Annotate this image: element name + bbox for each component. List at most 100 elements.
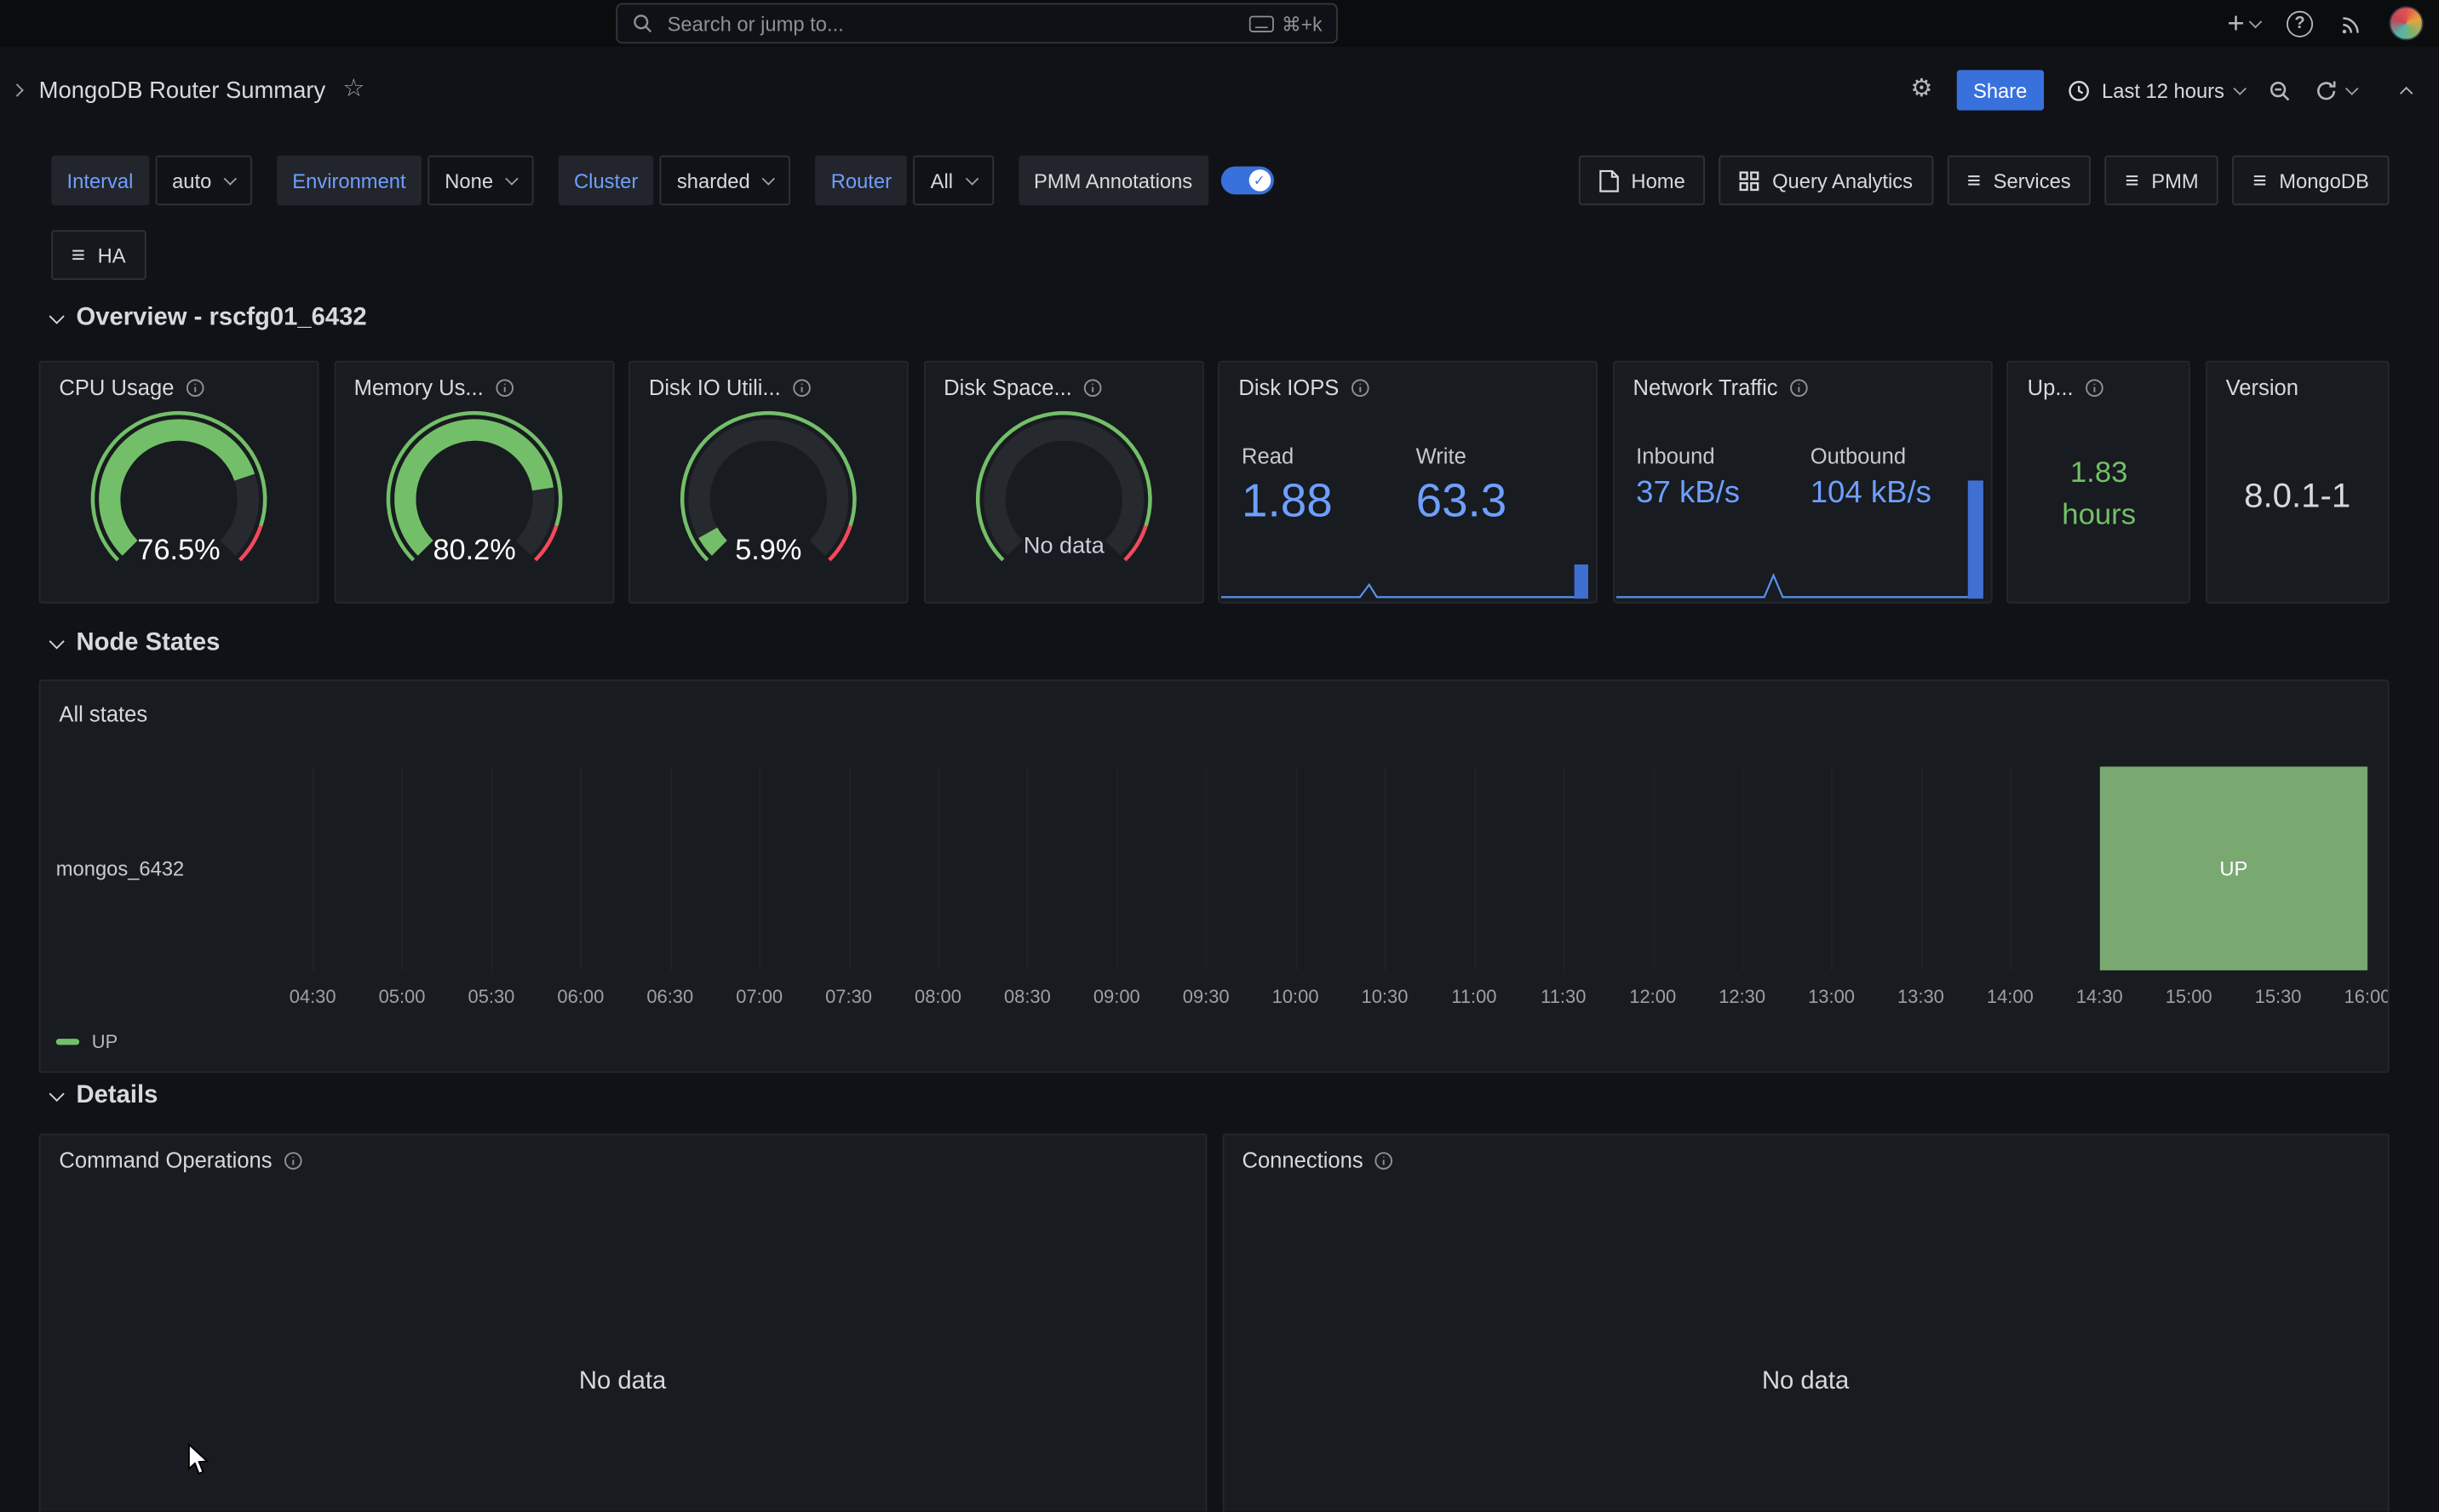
state-up-block[interactable]: UP [2100, 766, 2367, 970]
svg-text:5.9%: 5.9% [735, 534, 801, 566]
chevron-up-icon[interactable] [2400, 86, 2413, 99]
home-button[interactable]: Home [1578, 156, 1705, 205]
time-range-picker[interactable]: Last 12 hours [2068, 78, 2245, 101]
filter-router-value: All [931, 169, 953, 192]
grid-line [1742, 766, 1744, 970]
panel-title[interactable]: Network Traffic [1633, 375, 1778, 399]
info-icon[interactable] [1374, 1150, 1394, 1171]
help-icon[interactable]: ? [2287, 10, 2313, 37]
panel-title[interactable]: Version [2226, 375, 2298, 399]
panel-title[interactable]: Memory Us... [354, 375, 484, 399]
axis-tick-label: 15:00 [2149, 986, 2227, 1008]
search-shortcut: ⌘+k [1249, 12, 1323, 35]
filter-cluster-select[interactable]: sharded [660, 156, 790, 205]
filter-cluster: Cluster sharded [559, 156, 790, 205]
menu-icon: ≡ [2126, 169, 2139, 192]
legend-swatch-up [56, 1039, 79, 1045]
axis-tick-label: 14:30 [2061, 986, 2138, 1008]
section-details[interactable]: Details [51, 1082, 158, 1110]
axis-tick-label: 04:30 [273, 986, 351, 1008]
axis-tick-label: 06:00 [542, 986, 619, 1008]
menu-icon: ≡ [72, 243, 85, 266]
mongodb-button[interactable]: ≡ MongoDB [2233, 156, 2390, 205]
breadcrumb-chevron-icon[interactable] [10, 83, 23, 96]
panel-title[interactable]: Up... [2028, 375, 2074, 399]
panel-title[interactable]: CPU Usage [59, 375, 174, 399]
add-menu-button[interactable]: + [2227, 9, 2260, 38]
query-analytics-button[interactable]: Query Analytics [1719, 156, 1933, 205]
home-button-label: Home [1631, 169, 1684, 192]
svg-text:No data: No data [1023, 532, 1105, 558]
panel-title[interactable]: Disk IO Utili... [649, 375, 781, 399]
panel-title[interactable]: Connections [1242, 1148, 1363, 1172]
axis-tick-label: 12:00 [1614, 986, 1691, 1008]
section-overview[interactable]: Overview - rscfg01_6432 [51, 305, 366, 333]
pmm-button[interactable]: ≡ PMM [2105, 156, 2219, 205]
search-input[interactable] [664, 10, 1238, 37]
filter-interval-select[interactable]: auto [155, 156, 252, 205]
panel-connections: Connections No data [1222, 1134, 2390, 1512]
filter-environment-value: None [445, 169, 493, 192]
stat-write: Write 63.3 [1416, 444, 1591, 529]
toolbar: MongoDB Router Summary ☆ ⚙ Share Last 12… [0, 47, 2439, 134]
panel-title[interactable]: Disk IOPS [1238, 375, 1339, 399]
timeline-legend[interactable]: UP [56, 1031, 118, 1053]
avatar[interactable] [2390, 6, 2424, 40]
panel-disk-iops: Disk IOPS Read 1.88 Write 63.3 [1219, 361, 1598, 604]
axis-tick-label: 16:00 [2328, 986, 2389, 1008]
rss-icon[interactable] [2339, 12, 2362, 35]
stat-value: 1.88 [1242, 476, 1416, 529]
details-panels-row: Command Operations No data Connections N… [39, 1134, 2390, 1512]
info-icon[interactable] [283, 1150, 303, 1171]
svg-text:80.2%: 80.2% [433, 534, 515, 566]
search-box[interactable]: ⌘+k [616, 3, 1338, 43]
pmm-annotations-toggle[interactable]: ✓ [1220, 166, 1273, 194]
stat-label: Inbound [1636, 444, 1811, 468]
share-button[interactable]: Share [1956, 70, 2045, 110]
zoom-out-icon[interactable] [2268, 78, 2291, 101]
keyboard-icon [1249, 14, 1274, 32]
panel-title[interactable]: All states [59, 702, 147, 726]
refresh-button[interactable] [2315, 78, 2356, 101]
axis-tick-label: 11:00 [1435, 986, 1512, 1008]
info-icon[interactable] [1788, 377, 1809, 398]
chevron-down-icon[interactable] [2345, 81, 2358, 94]
filter-router-select[interactable]: All [914, 156, 994, 205]
panel-disk-space: Disk Space... No data [923, 361, 1203, 604]
search-icon [632, 13, 654, 35]
grid-line [1474, 766, 1476, 970]
memory-usage-gauge: 80.2% [336, 403, 612, 595]
info-icon[interactable] [792, 377, 812, 398]
axis-tick-label: 09:30 [1168, 986, 1245, 1008]
stat-label: Outbound [1811, 444, 1985, 468]
section-node-states[interactable]: Node States [51, 630, 220, 658]
gear-icon[interactable]: ⚙ [1910, 77, 1932, 102]
services-button[interactable]: ≡ Services [1947, 156, 2091, 205]
axis-tick-label: 12:30 [1703, 986, 1781, 1008]
filter-interval-label: Interval [51, 156, 148, 205]
grid-line [760, 766, 761, 970]
page-title[interactable]: MongoDB Router Summary [39, 77, 326, 103]
panel-title[interactable]: Disk Space... [944, 375, 1072, 399]
info-icon[interactable] [1350, 377, 1370, 398]
filter-router-label: Router [815, 156, 907, 205]
grid-line [670, 766, 672, 970]
favorite-star-icon[interactable]: ☆ [342, 77, 364, 102]
info-icon[interactable] [494, 377, 514, 398]
collapse-chevron-icon [49, 1086, 65, 1102]
chevron-down-icon [762, 171, 775, 184]
info-icon[interactable] [2084, 377, 2104, 398]
axis-tick-label: 10:00 [1256, 986, 1334, 1008]
stat-value: 104 kB/s [1811, 476, 1985, 512]
filter-environment-select[interactable]: None [428, 156, 533, 205]
grid-line [2367, 766, 2369, 970]
ha-button[interactable]: ≡ HA [51, 230, 146, 279]
panel-title[interactable]: Command Operations [59, 1148, 272, 1172]
info-icon[interactable] [1083, 377, 1104, 398]
axis-tick-label: 13:00 [1793, 986, 1870, 1008]
menu-icon: ≡ [1967, 169, 1981, 192]
info-icon[interactable] [185, 377, 205, 398]
state-timeline[interactable]: UP 04:3005:0005:3006:0006:3007:0007:3008… [313, 766, 2367, 970]
disk-io-gauge: 5.9% [630, 403, 907, 595]
toolbar-actions: ⚙ Share Last 12 hours [1910, 70, 2411, 110]
